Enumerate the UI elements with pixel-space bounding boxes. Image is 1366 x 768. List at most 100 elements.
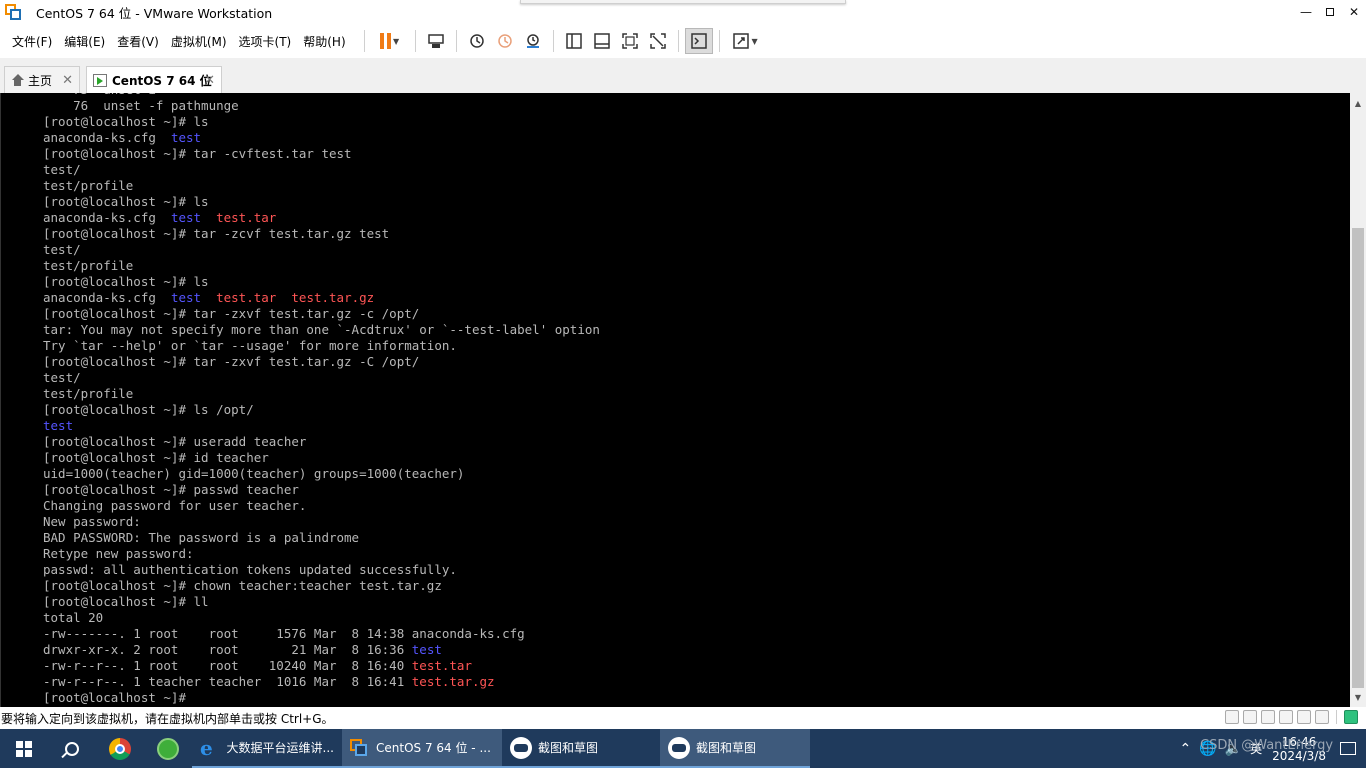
scrollbar-thumb[interactable] xyxy=(1352,228,1364,688)
tab-home-label: 主页 xyxy=(28,73,53,88)
terminal-line: BAD PASSWORD: The password is a palindro… xyxy=(43,530,359,546)
scroll-up-arrow-icon[interactable]: ▲ xyxy=(1350,95,1366,111)
maximize-button[interactable] xyxy=(1318,0,1342,24)
terminal-text: test/ xyxy=(43,242,81,257)
terminal-text: test/profile xyxy=(43,386,134,401)
menu-vm[interactable]: 虚拟机(M) xyxy=(165,33,233,50)
taskbar-app-snip-2[interactable]: 截图和草图 xyxy=(660,729,810,768)
terminal-line: New password: xyxy=(43,514,141,530)
unity-button[interactable] xyxy=(644,28,672,54)
terminal-line: test/profile xyxy=(43,258,133,274)
console-view-button[interactable] xyxy=(684,28,713,54)
revert-snapshot-button[interactable] xyxy=(491,28,519,54)
vm-console[interactable]: 75 unset i 76 unset -f pathmunge[root@lo… xyxy=(0,93,1350,707)
minimize-icon: — xyxy=(1300,5,1312,19)
terminal-line: test/ xyxy=(43,370,81,386)
terminal-filename: test.tar xyxy=(216,290,277,305)
tab-strip: 主页 ✕ CentOS 7 64 位 ✕ xyxy=(0,58,1366,93)
terminal-text: Try `tar --help' or `tar --usage' for mo… xyxy=(43,338,457,353)
edge-icon: e xyxy=(200,735,213,760)
chevron-down-icon[interactable]: ▼ xyxy=(393,37,399,46)
browser-icon xyxy=(157,737,179,760)
close-button[interactable]: ✕ xyxy=(1342,0,1366,24)
console-scrollbar[interactable]: ▲ ▼ xyxy=(1350,93,1366,707)
printer-icon[interactable] xyxy=(1297,710,1311,724)
sound-card-icon[interactable] xyxy=(1315,710,1329,724)
terminal-text: -rw-r--r--. 1 teacher teacher 1016 Mar 8… xyxy=(43,674,412,689)
sidebar-button[interactable] xyxy=(560,28,588,54)
terminal-text: [root@localhost ~]# tar -cvftest.tar tes… xyxy=(43,146,352,161)
message-log-icon[interactable] xyxy=(1344,710,1358,724)
menu-help[interactable]: 帮助(H) xyxy=(297,33,351,50)
unity-icon xyxy=(649,33,666,49)
taskbar-app-label: 大数据平台运维讲... xyxy=(226,741,334,755)
usb-controller-icon[interactable] xyxy=(1279,710,1293,724)
terminal-text: test/profile xyxy=(43,258,134,273)
terminal-text: -rw-------. 1 root root 1576 Mar 8 14:38… xyxy=(43,626,525,641)
toolbar-separator xyxy=(363,30,365,52)
chevron-up-icon[interactable]: ⌃ xyxy=(1179,741,1191,757)
toolbar-separator xyxy=(552,30,554,52)
terminal-filename: test xyxy=(170,290,202,305)
hard-disk-icon[interactable] xyxy=(1225,710,1239,724)
terminal-line: -rw-------. 1 root root 1576 Mar 8 14:38… xyxy=(43,626,525,642)
send-ctrl-alt-del-button[interactable] xyxy=(422,28,450,54)
terminal-text: drwxr-xr-x. 2 root root 21 Mar 8 16:36 xyxy=(43,642,412,657)
taskbar-app-label: CentOS 7 64 位 - ... xyxy=(376,741,491,755)
terminal-line: test xyxy=(43,418,73,434)
start-button[interactable] xyxy=(0,729,48,768)
terminal-line: [root@localhost ~]# ls xyxy=(43,194,209,210)
terminal-line: [root@localhost ~]# tar -zxvf test.tar.g… xyxy=(43,306,419,322)
terminal-line: [root@localhost ~]# passwd teacher xyxy=(43,482,299,498)
thumbnail-bar-button[interactable] xyxy=(588,28,616,54)
terminal-line: drwxr-xr-x. 2 root root 21 Mar 8 16:36 t… xyxy=(43,642,442,658)
revert-snapshot-icon xyxy=(497,34,512,48)
menu-edit[interactable]: 编辑(E) xyxy=(58,33,111,50)
chrome-taskbar-button[interactable] xyxy=(96,729,144,768)
terminal-line: [root@localhost ~]# ls xyxy=(43,274,209,290)
pause-button[interactable]: ▼ xyxy=(371,28,409,54)
home-icon xyxy=(11,74,24,86)
minimize-button[interactable]: — xyxy=(1294,0,1318,24)
tab-centos-label: CentOS 7 64 位 xyxy=(112,73,212,88)
terminal-line: -rw-r--r--. 1 root root 10240 Mar 8 16:4… xyxy=(43,658,472,674)
taskbar-app-snip[interactable]: 截图和草图 xyxy=(502,729,660,768)
terminal-line: test/profile xyxy=(43,178,133,194)
taskbar-app-vmware[interactable]: CentOS 7 64 位 - ... xyxy=(342,729,502,768)
terminal-filename: test.tar.gz xyxy=(291,290,375,305)
terminal-filename: test xyxy=(411,642,442,657)
terminal-text: 75 unset i xyxy=(43,93,156,97)
vmware-icon xyxy=(350,738,368,757)
fullscreen-button[interactable] xyxy=(616,28,644,54)
cd-dvd-icon[interactable] xyxy=(1243,710,1257,724)
network-adapter-icon[interactable] xyxy=(1261,710,1275,724)
taskbar-app-edge[interactable]: e 大数据平台运维讲... xyxy=(192,729,342,768)
notification-button[interactable] xyxy=(1330,729,1366,768)
toolbar-separator xyxy=(455,30,457,52)
toolbar-separator xyxy=(718,30,720,52)
close-icon[interactable]: ✕ xyxy=(62,73,73,88)
terminal-text: [root@localhost ~]# ls xyxy=(43,274,209,289)
menu-file[interactable]: 文件(F) xyxy=(6,33,58,50)
terminal-text: test/ xyxy=(43,162,81,177)
terminal-text: tar: You may not specify more than one `… xyxy=(43,322,600,337)
scroll-down-arrow-icon[interactable]: ▼ xyxy=(1350,689,1366,705)
terminal-filename: test.tar xyxy=(411,658,472,673)
terminal-text: BAD PASSWORD: The password is a palindro… xyxy=(43,530,360,545)
menu-view[interactable]: 查看(V) xyxy=(111,33,165,50)
tab-home[interactable]: 主页 ✕ xyxy=(4,66,80,93)
snapshot-button[interactable] xyxy=(463,28,491,54)
stretch-button[interactable]: ▼ xyxy=(726,28,764,54)
snapshot-manager-button[interactable] xyxy=(519,28,547,54)
terminal-text: uid=1000(teacher) gid=1000(teacher) grou… xyxy=(43,466,465,481)
search-button[interactable] xyxy=(48,729,96,768)
chevron-down-icon[interactable]: ▼ xyxy=(752,37,758,46)
close-icon[interactable]: ✕ xyxy=(204,73,215,88)
browser-taskbar-button[interactable] xyxy=(144,729,192,768)
terminal-text: [root@localhost ~]# id teacher xyxy=(43,450,269,465)
terminal-text: Retype new password: xyxy=(43,546,194,561)
terminal-text: test/profile xyxy=(43,178,134,193)
menu-tabs[interactable]: 选项卡(T) xyxy=(233,33,298,50)
tab-centos[interactable]: CentOS 7 64 位 ✕ xyxy=(86,66,222,93)
